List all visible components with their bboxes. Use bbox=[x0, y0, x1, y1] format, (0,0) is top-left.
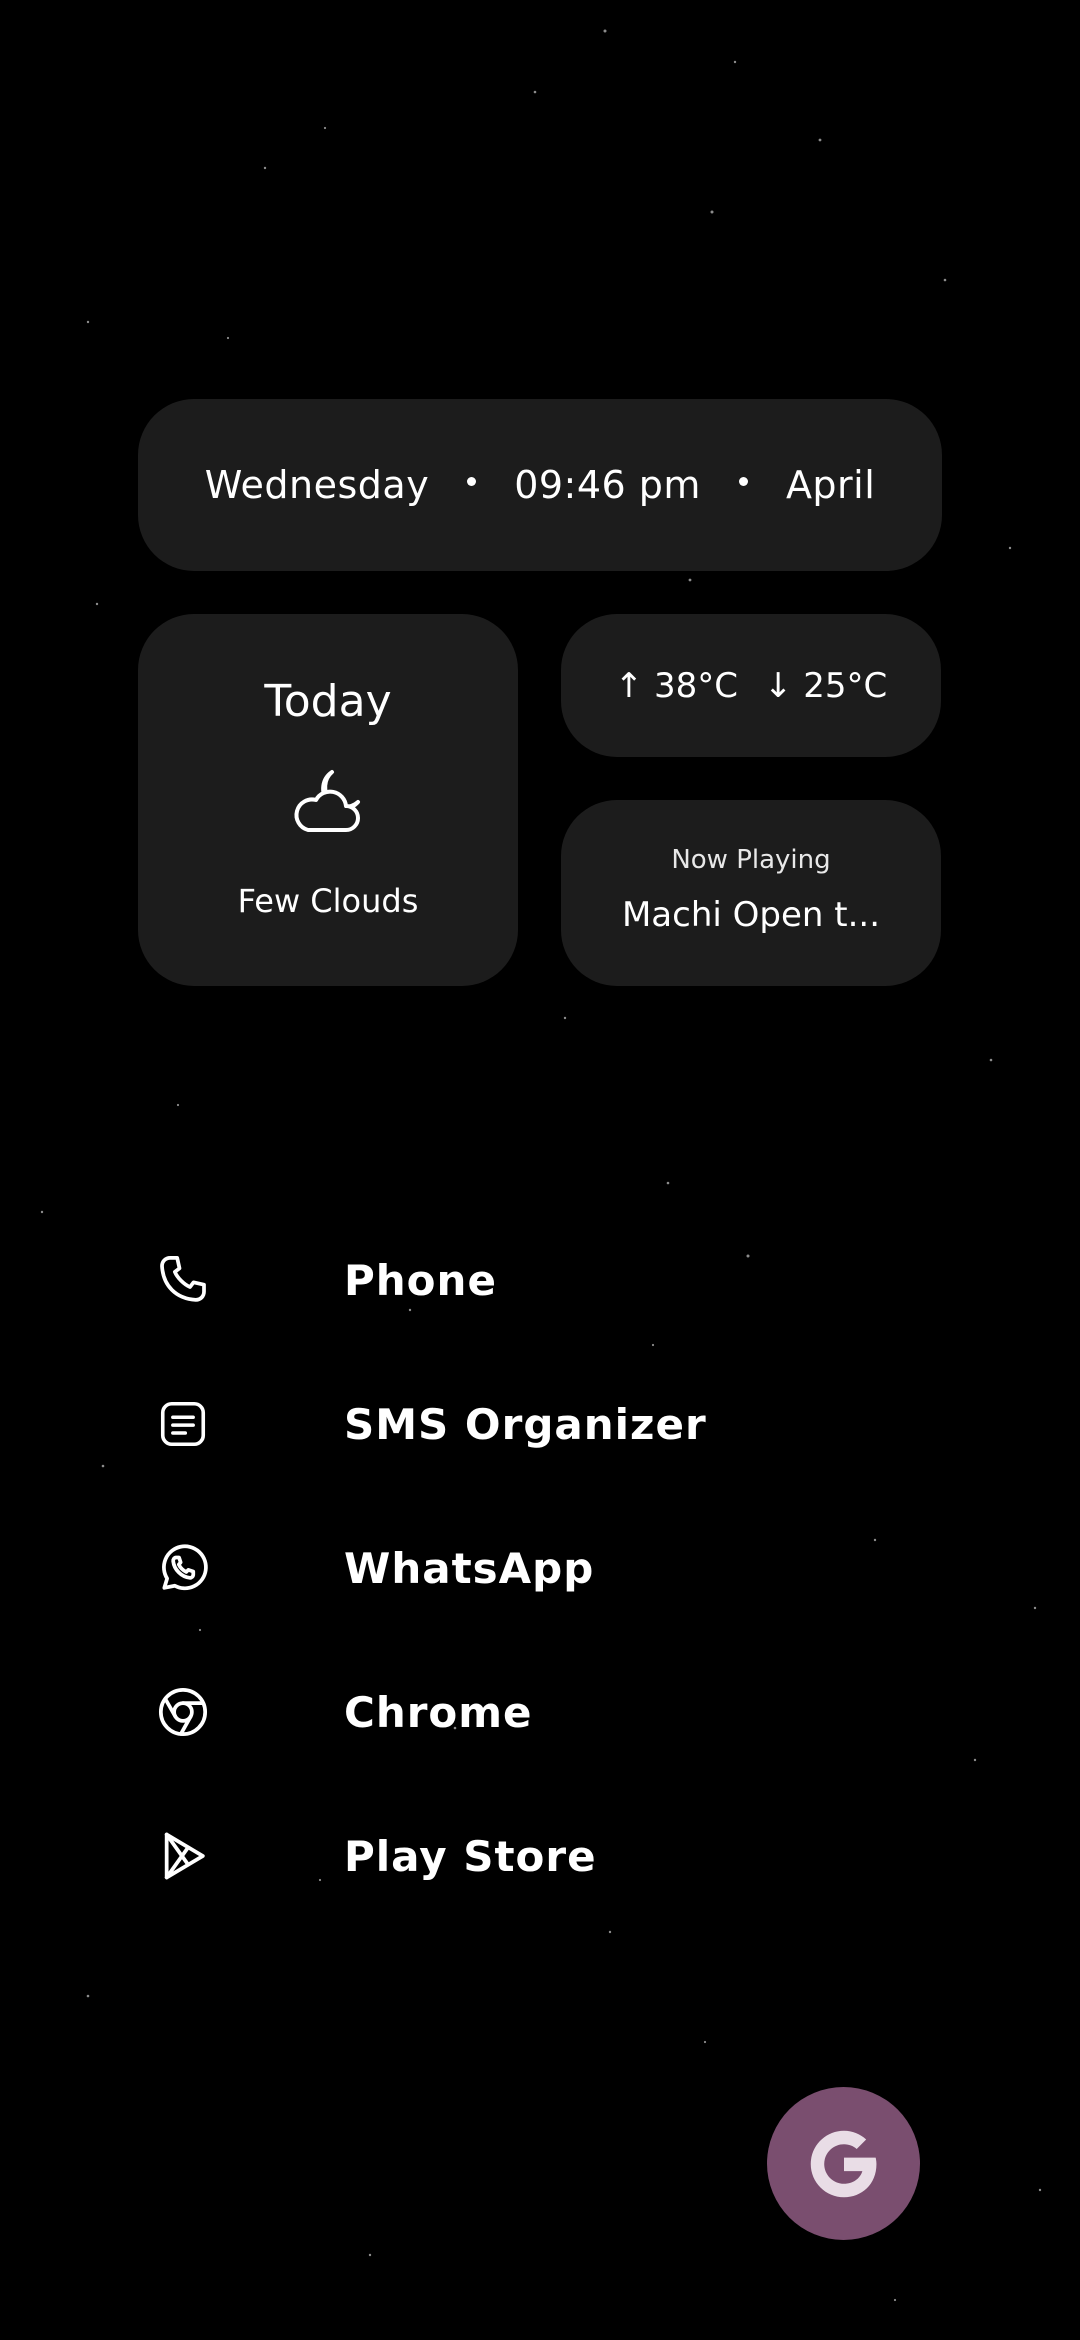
temperature-widget[interactable]: ↑ 38°C ↓ 25°C bbox=[561, 614, 941, 757]
date-time-widget[interactable]: Wednesday 09:46 pm April bbox=[138, 399, 942, 571]
track-title: Machi Open t... bbox=[621, 895, 881, 935]
month-text: April bbox=[785, 463, 876, 507]
app-label: Play Store bbox=[344, 1831, 597, 1881]
cloud-moon-icon bbox=[294, 770, 360, 832]
app-label: Chrome bbox=[344, 1687, 533, 1737]
app-label: WhatsApp bbox=[344, 1543, 595, 1593]
google-icon bbox=[810, 2130, 876, 2197]
now-playing-widget[interactable]: Now Playing Machi Open t... bbox=[561, 800, 941, 986]
separator-dot bbox=[467, 476, 477, 486]
app-list: Phone SMS Organizer WhatsApp Chrome Play… bbox=[150, 1208, 850, 1928]
day-text: Wednesday bbox=[204, 463, 430, 507]
now-playing-label: Now Playing bbox=[671, 845, 831, 875]
app-item-whatsapp[interactable]: WhatsApp bbox=[150, 1496, 850, 1640]
separator-dot bbox=[738, 476, 748, 486]
low-temp: ↓ 25°C bbox=[764, 665, 888, 706]
weather-title: Today bbox=[264, 676, 392, 727]
chrome-icon bbox=[150, 1679, 216, 1745]
high-temp: ↑ 38°C bbox=[614, 665, 738, 706]
weather-today-widget[interactable]: Today Few Clouds bbox=[138, 614, 518, 986]
app-label: SMS Organizer bbox=[344, 1399, 707, 1449]
app-item-play-store[interactable]: Play Store bbox=[150, 1784, 850, 1928]
app-item-chrome[interactable]: Chrome bbox=[150, 1640, 850, 1784]
app-item-sms-organizer[interactable]: SMS Organizer bbox=[150, 1352, 850, 1496]
time-text: 09:46 pm bbox=[514, 463, 701, 507]
app-item-phone[interactable]: Phone bbox=[150, 1208, 850, 1352]
starfield-background bbox=[40, 29, 1042, 2302]
play-store-icon bbox=[150, 1823, 216, 1889]
whatsapp-icon bbox=[150, 1535, 216, 1601]
app-label: Phone bbox=[344, 1255, 497, 1305]
message-icon bbox=[150, 1391, 216, 1457]
weather-condition: Few Clouds bbox=[237, 882, 419, 920]
google-search-button[interactable] bbox=[767, 2087, 920, 2240]
phone-icon bbox=[150, 1247, 216, 1313]
